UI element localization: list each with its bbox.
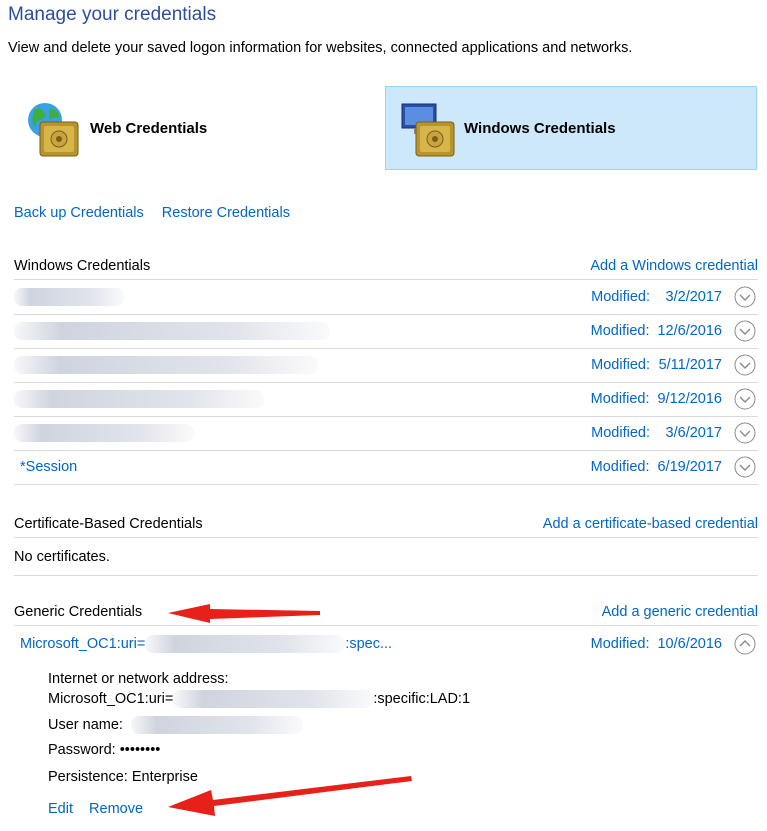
certificate-credentials-header: Certificate-Based Credentials Add a cert… <box>14 511 758 538</box>
credential-name: *Session <box>20 459 78 475</box>
chevron-down-icon[interactable] <box>734 320 756 342</box>
section-divider <box>14 575 758 576</box>
modified-label: Modified: <box>590 391 650 407</box>
web-credentials-label: Web Credentials <box>90 119 208 137</box>
address-label: Internet or network address: <box>48 671 229 687</box>
chevron-down-icon[interactable] <box>734 286 756 308</box>
username-label: User name: <box>48 717 123 733</box>
red-arrow-annotation <box>168 604 320 623</box>
credential-name-prefix: Microsoft_OC1:uri= <box>20 636 146 652</box>
password-value: •••••••• <box>119 742 161 758</box>
page-subtitle: View and delete your saved logon informa… <box>8 40 633 56</box>
address-value: Microsoft_OC1:uri= :specific:LAD:1 <box>48 690 470 708</box>
modified-date: 3/2/2017 <box>665 289 722 305</box>
redacted-text <box>173 690 374 708</box>
windows-credentials-header: Windows Credentials Add a Windows creden… <box>14 253 758 280</box>
modified-label: Modified: <box>591 289 650 305</box>
credential-row[interactable]: *Session Modified: 6/19/2017 <box>14 450 758 485</box>
modified-date: 9/12/2016 <box>657 391 722 407</box>
password-line: Password: •••••••• <box>48 742 160 758</box>
redacted-credential-name <box>14 424 194 442</box>
generic-credential-name: Microsoft_OC1:uri= :spec... <box>20 635 392 653</box>
credential-row[interactable]: Modified: 3/6/2017 <box>14 416 758 451</box>
web-credentials-tile[interactable]: Web Credentials <box>12 86 352 170</box>
add-windows-credential-link[interactable]: Add a Windows credential <box>590 258 758 274</box>
modified-date: 6/19/2017 <box>657 459 722 475</box>
generic-credential-row[interactable]: Microsoft_OC1:uri= :spec... Modified: 10… <box>14 627 758 661</box>
redacted-credential-name <box>14 322 330 340</box>
chevron-down-icon[interactable] <box>734 388 756 410</box>
redacted-credential-name <box>14 390 264 408</box>
edit-link[interactable]: Edit <box>48 801 73 817</box>
add-certificate-credential-link[interactable]: Add a certificate-based credential <box>543 516 758 532</box>
credential-row[interactable]: Modified: 5/11/2017 <box>14 348 758 383</box>
modified-label: Modified: <box>591 425 650 441</box>
redacted-text <box>145 635 346 653</box>
windows-credentials-heading: Windows Credentials <box>14 258 151 274</box>
redacted-credential-name <box>14 356 318 374</box>
credential-row[interactable]: Modified: 3/2/2017 <box>14 280 758 315</box>
modified-date: 10/6/2016 <box>657 636 722 652</box>
address-suffix: :specific:LAD:1 <box>373 691 471 707</box>
backup-restore-links: Back up Credentials Restore Credentials <box>14 205 290 221</box>
restore-credentials-link[interactable]: Restore Credentials <box>162 205 290 221</box>
modified-label: Modified: <box>591 357 650 373</box>
chevron-down-icon[interactable] <box>734 422 756 444</box>
red-arrow-annotation <box>168 776 412 816</box>
web-credentials-vault-icon <box>20 98 90 158</box>
address-prefix: Microsoft_OC1:uri= <box>48 691 174 707</box>
windows-credentials-vault-icon <box>394 98 464 158</box>
redacted-text <box>130 716 303 734</box>
chevron-down-icon[interactable] <box>734 456 756 478</box>
modified-label: Modified: <box>590 459 650 475</box>
redacted-credential-name <box>14 288 124 306</box>
modified-date: 3/6/2017 <box>665 425 722 441</box>
modified-date: 5/11/2017 <box>658 357 722 373</box>
persistence-label: Persistence: <box>48 769 128 785</box>
credential-name-suffix: :spec... <box>345 636 393 652</box>
generic-credentials-header: Generic Credentials Add a generic creden… <box>14 599 758 626</box>
generic-credentials-heading: Generic Credentials <box>14 604 143 620</box>
modified-label: Modified: <box>590 636 650 652</box>
windows-credentials-label: Windows Credentials <box>464 119 616 137</box>
credential-row[interactable]: Modified: 9/12/2016 <box>14 382 758 417</box>
backup-credentials-link[interactable]: Back up Credentials <box>14 205 144 221</box>
windows-credentials-tile[interactable]: Windows Credentials <box>385 86 757 170</box>
username-line: User name: <box>48 716 303 734</box>
remove-link[interactable]: Remove <box>89 801 143 817</box>
add-generic-credential-link[interactable]: Add a generic credential <box>602 604 758 620</box>
page-title: Manage your credentials <box>8 4 217 25</box>
chevron-up-icon[interactable] <box>734 633 756 655</box>
modified-date: 12/6/2016 <box>657 323 722 339</box>
edit-remove-links: Edit Remove <box>48 801 143 817</box>
certificate-credentials-heading: Certificate-Based Credentials <box>14 516 203 532</box>
modified-label: Modified: <box>590 323 650 339</box>
no-certificates-text: No certificates. <box>14 549 110 565</box>
credential-row[interactable]: Modified: 12/6/2016 <box>14 314 758 349</box>
chevron-down-icon[interactable] <box>734 354 756 376</box>
password-label: Password: <box>48 742 116 758</box>
